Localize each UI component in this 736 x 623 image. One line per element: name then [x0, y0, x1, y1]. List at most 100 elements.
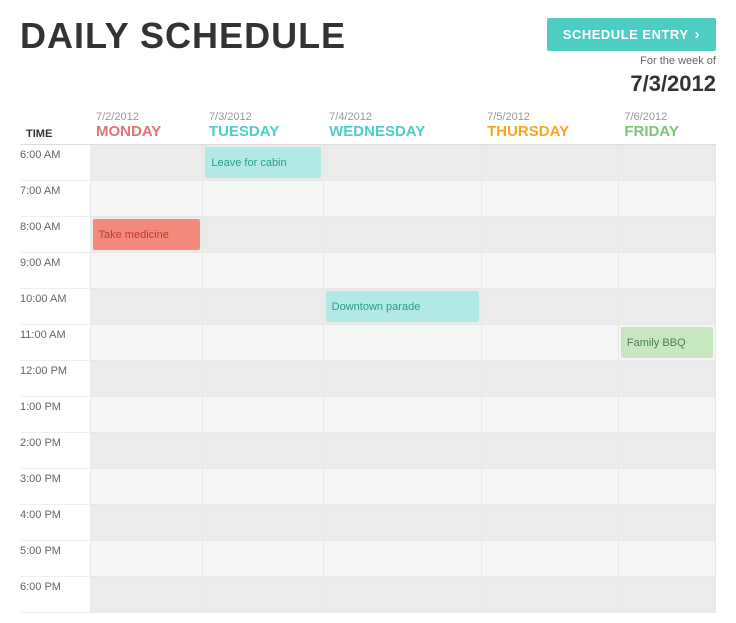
cell-tuesday-10-00-am[interactable]: [203, 289, 323, 325]
time-column-header: TIME: [20, 107, 90, 145]
time-cell: 11:00 AM: [20, 325, 90, 361]
table-row: 1:00 PM: [20, 397, 716, 433]
cell-monday-3-00-pm[interactable]: [90, 469, 203, 505]
cell-wednesday-10-00-am[interactable]: Downtown parade: [323, 289, 481, 325]
cell-friday-9-00-am[interactable]: [618, 253, 715, 289]
friday-label: FRIDAY: [624, 123, 709, 140]
cell-monday-11-00-am[interactable]: [90, 325, 203, 361]
cell-thursday-11-00-am[interactable]: [481, 325, 618, 361]
cell-monday-5-00-pm[interactable]: [90, 541, 203, 577]
time-cell: 12:00 PM: [20, 361, 90, 397]
cell-monday-8-00-am[interactable]: Take medicine: [90, 217, 203, 253]
cell-wednesday-6-00-pm[interactable]: [323, 577, 481, 613]
cell-tuesday-8-00-am[interactable]: [203, 217, 323, 253]
time-cell: 6:00 AM: [20, 145, 90, 181]
cell-thursday-7-00-am[interactable]: [481, 181, 618, 217]
cell-wednesday-4-00-pm[interactable]: [323, 505, 481, 541]
schedule-btn-label: SCHEDULE ENTRY: [563, 27, 689, 42]
cell-wednesday-6-00-am[interactable]: [323, 145, 481, 181]
tuesday-header: 7/3/2012 TUESDAY: [203, 107, 323, 145]
cell-thursday-5-00-pm[interactable]: [481, 541, 618, 577]
cell-friday-5-00-pm[interactable]: [618, 541, 715, 577]
week-label: For the week of: [640, 55, 716, 67]
table-row: 7:00 AM: [20, 181, 716, 217]
week-date: 7/3/2012: [630, 71, 716, 97]
cell-friday-3-00-pm[interactable]: [618, 469, 715, 505]
cell-thursday-2-00-pm[interactable]: [481, 433, 618, 469]
cell-friday-1-00-pm[interactable]: [618, 397, 715, 433]
cell-thursday-6-00-am[interactable]: [481, 145, 618, 181]
cell-wednesday-12-00-pm[interactable]: [323, 361, 481, 397]
monday-date: 7/2/2012: [96, 111, 197, 123]
cell-wednesday-11-00-am[interactable]: [323, 325, 481, 361]
cell-tuesday-1-00-pm[interactable]: [203, 397, 323, 433]
table-row: 12:00 PM: [20, 361, 716, 397]
thursday-date: 7/5/2012: [487, 111, 612, 123]
time-cell: 2:00 PM: [20, 433, 90, 469]
tuesday-label: TUESDAY: [209, 123, 317, 140]
cell-friday-4-00-pm[interactable]: [618, 505, 715, 541]
friday-header: 7/6/2012 FRIDAY: [618, 107, 715, 145]
cell-wednesday-5-00-pm[interactable]: [323, 541, 481, 577]
time-cell: 5:00 PM: [20, 541, 90, 577]
cell-wednesday-8-00-am[interactable]: [323, 217, 481, 253]
cell-friday-2-00-pm[interactable]: [618, 433, 715, 469]
cell-tuesday-6-00-pm[interactable]: [203, 577, 323, 613]
cell-friday-7-00-am[interactable]: [618, 181, 715, 217]
cell-thursday-9-00-am[interactable]: [481, 253, 618, 289]
cell-wednesday-3-00-pm[interactable]: [323, 469, 481, 505]
cell-friday-8-00-am[interactable]: [618, 217, 715, 253]
cell-tuesday-4-00-pm[interactable]: [203, 505, 323, 541]
cell-wednesday-9-00-am[interactable]: [323, 253, 481, 289]
cell-monday-10-00-am[interactable]: [90, 289, 203, 325]
event-block[interactable]: Take medicine: [93, 219, 201, 250]
table-row: 6:00 PM: [20, 577, 716, 613]
schedule-entry-button[interactable]: SCHEDULE ENTRY ›: [547, 18, 716, 51]
cell-tuesday-2-00-pm[interactable]: [203, 433, 323, 469]
cell-thursday-6-00-pm[interactable]: [481, 577, 618, 613]
time-cell: 9:00 AM: [20, 253, 90, 289]
cell-monday-12-00-pm[interactable]: [90, 361, 203, 397]
time-label: TIME: [26, 128, 52, 140]
cell-friday-6-00-pm[interactable]: [618, 577, 715, 613]
cell-monday-7-00-am[interactable]: [90, 181, 203, 217]
cell-monday-1-00-pm[interactable]: [90, 397, 203, 433]
cell-friday-11-00-am[interactable]: Family BBQ: [618, 325, 715, 361]
cell-thursday-1-00-pm[interactable]: [481, 397, 618, 433]
cell-monday-2-00-pm[interactable]: [90, 433, 203, 469]
table-row: 4:00 PM: [20, 505, 716, 541]
cell-monday-6-00-pm[interactable]: [90, 577, 203, 613]
cell-friday-6-00-am[interactable]: [618, 145, 715, 181]
cell-tuesday-12-00-pm[interactable]: [203, 361, 323, 397]
event-block[interactable]: Family BBQ: [621, 327, 713, 358]
cell-tuesday-7-00-am[interactable]: [203, 181, 323, 217]
cell-tuesday-5-00-pm[interactable]: [203, 541, 323, 577]
cell-thursday-4-00-pm[interactable]: [481, 505, 618, 541]
event-block[interactable]: Downtown parade: [326, 291, 479, 322]
cell-friday-12-00-pm[interactable]: [618, 361, 715, 397]
table-row: 3:00 PM: [20, 469, 716, 505]
table-row: 9:00 AM: [20, 253, 716, 289]
event-block[interactable]: Leave for cabin: [205, 147, 320, 178]
time-cell: 1:00 PM: [20, 397, 90, 433]
table-row: 10:00 AMDowntown parade: [20, 289, 716, 325]
cell-thursday-10-00-am[interactable]: [481, 289, 618, 325]
cell-wednesday-1-00-pm[interactable]: [323, 397, 481, 433]
cell-tuesday-3-00-pm[interactable]: [203, 469, 323, 505]
cell-thursday-12-00-pm[interactable]: [481, 361, 618, 397]
cell-wednesday-2-00-pm[interactable]: [323, 433, 481, 469]
cell-monday-4-00-pm[interactable]: [90, 505, 203, 541]
cell-thursday-3-00-pm[interactable]: [481, 469, 618, 505]
table-row: 6:00 AM Leave for cabin: [20, 145, 716, 181]
schedule-table: TIME 7/2/2012 MONDAY 7/3/2012 TUESDAY 7/…: [20, 107, 716, 613]
cell-monday-9-00-am[interactable]: [90, 253, 203, 289]
cell-tuesday-11-00-am[interactable]: [203, 325, 323, 361]
cell-thursday-8-00-am[interactable]: [481, 217, 618, 253]
cell-monday-6-00-am[interactable]: [90, 145, 203, 181]
cell-tuesday-6-00-am[interactable]: Leave for cabin: [203, 145, 323, 181]
wednesday-label: WEDNESDAY: [329, 123, 475, 140]
cell-tuesday-9-00-am[interactable]: [203, 253, 323, 289]
cell-friday-10-00-am[interactable]: [618, 289, 715, 325]
cell-wednesday-7-00-am[interactable]: [323, 181, 481, 217]
table-row: 8:00 AMTake medicine: [20, 217, 716, 253]
